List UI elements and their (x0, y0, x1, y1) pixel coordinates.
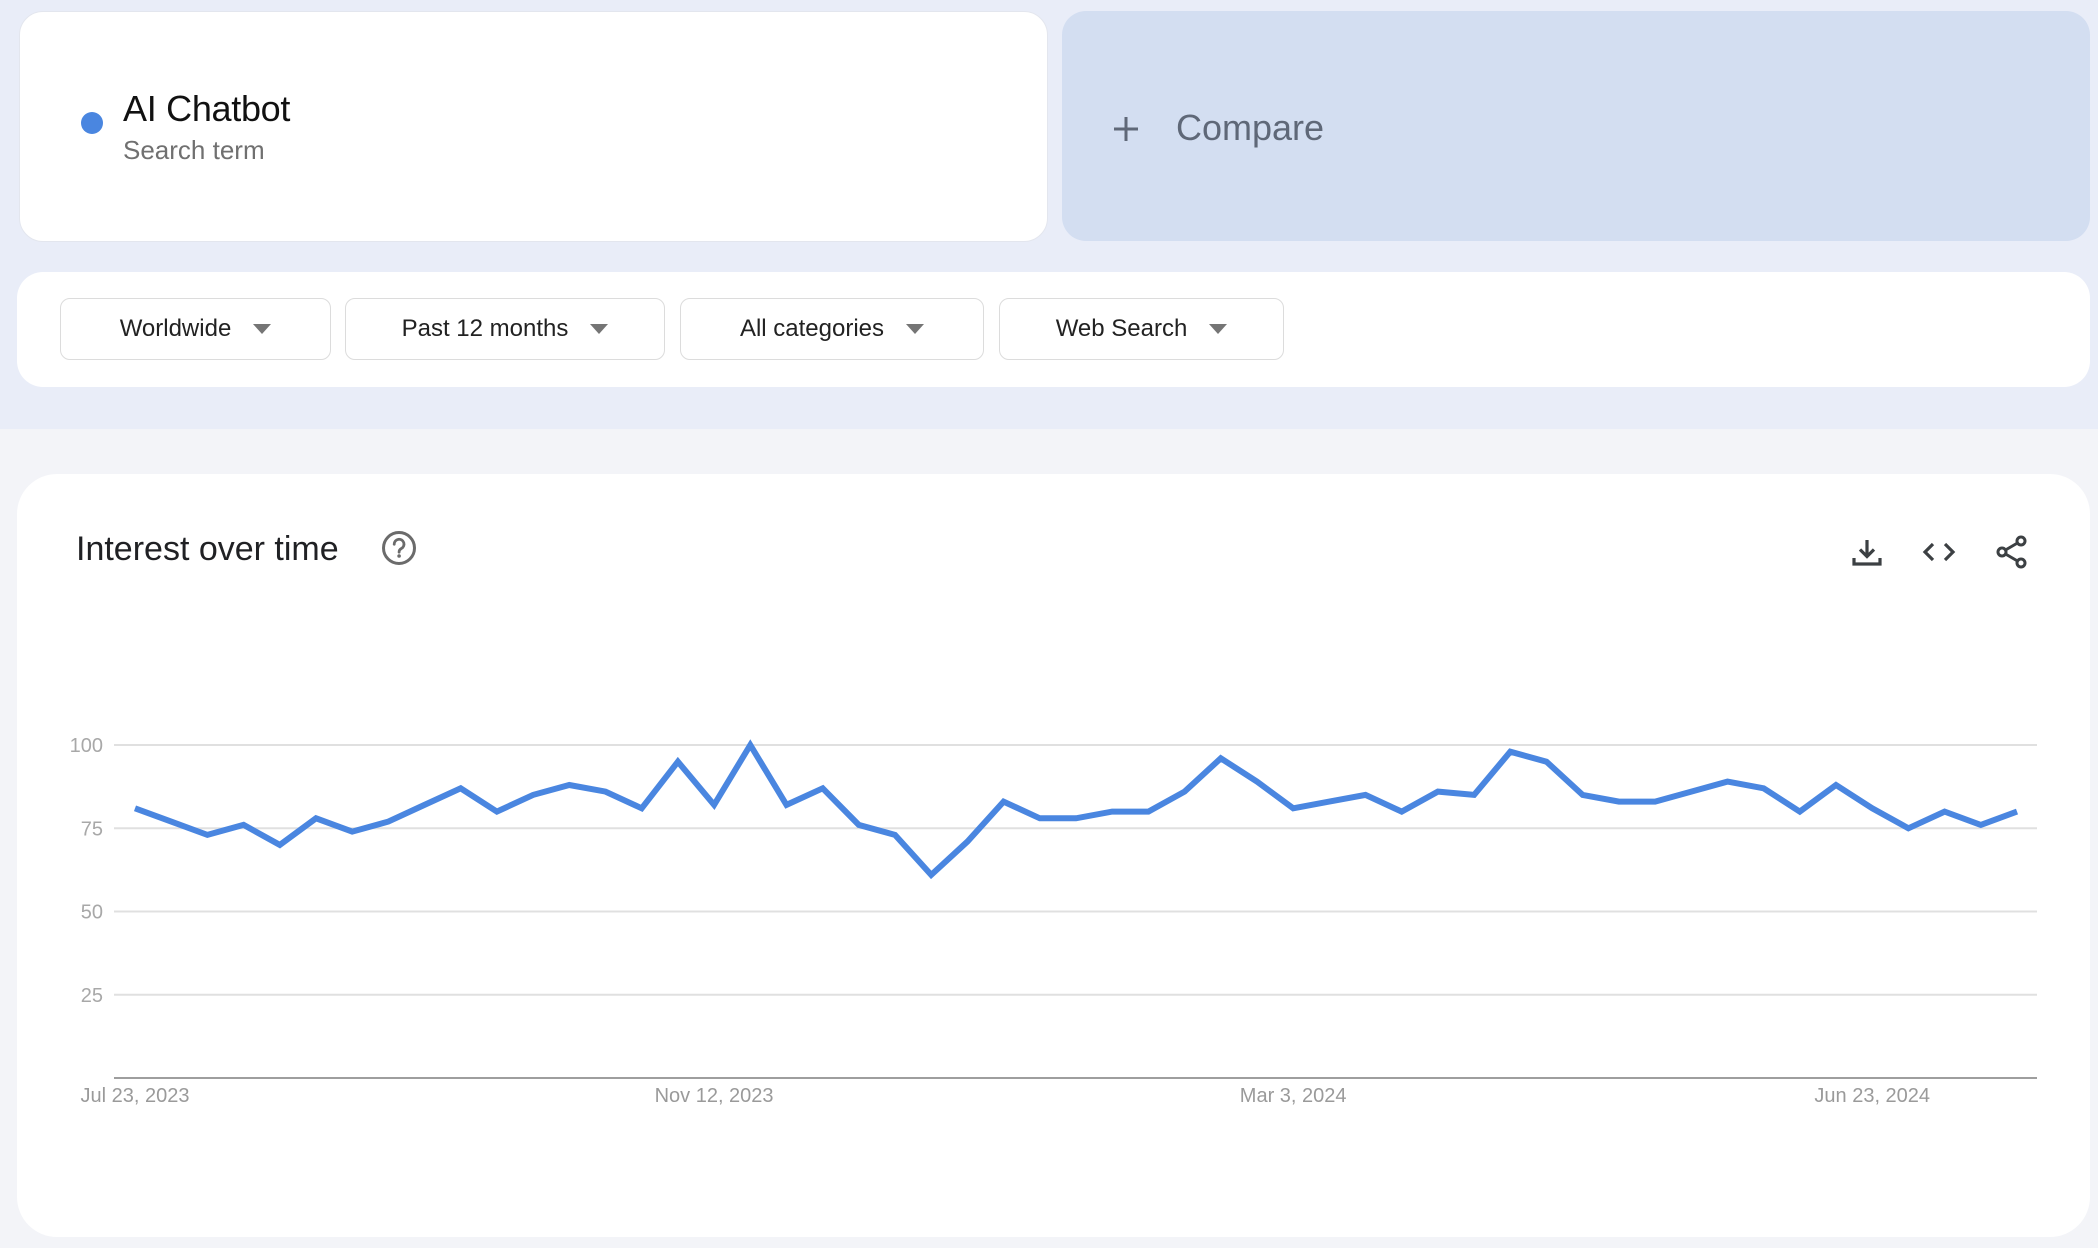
filter-label: All categories (739, 315, 885, 342)
filter-label: Web Search (1055, 315, 1188, 342)
location-filter-dropdown[interactable]: Worldwide (60, 298, 331, 360)
x-tick-label: Mar 3, 2024 (1240, 1085, 1347, 1107)
y-tick-label: 50 (81, 902, 103, 924)
y-tick-label: 100 (70, 735, 103, 757)
caret-down-icon (1209, 324, 1228, 334)
filter-label: Worldwide (119, 315, 232, 342)
compare-button[interactable]: Compare (1062, 11, 2090, 241)
search-term-subtitle: Search term (123, 135, 265, 165)
y-tick-label: 25 (81, 985, 103, 1007)
interest-over-time-card: Interest over time 25 50 75 100 Jul 23, 202… (17, 474, 2090, 1237)
caret-down-icon (906, 324, 925, 334)
series-layer (133, 739, 2019, 880)
series-color-dot (81, 112, 103, 134)
y-axis-labels: 25 50 75 100 (70, 735, 103, 1007)
search-term-card[interactable]: AI Chatbot Search term (19, 11, 1048, 242)
plus-icon (1113, 109, 1139, 149)
search-term-name[interactable]: AI Chatbot (123, 88, 290, 130)
line-chart: 25 50 75 100 Jul 23, 2023 Nov 12, 2023 Mar 3,… (70, 735, 2037, 1107)
filter-label: Past 12 months (401, 315, 569, 342)
time-range-filter-dropdown[interactable]: Past 12 months (345, 298, 665, 360)
search-type-filter-dropdown[interactable]: Web Search (999, 298, 1284, 360)
filter-bar: Worldwide Past 12 months All categories … (17, 272, 2090, 387)
series-line-ai-chatbot (133, 739, 2019, 880)
category-filter-dropdown[interactable]: All categories (680, 298, 984, 360)
x-tick-label: Jun 23, 2024 (1814, 1085, 1930, 1107)
x-tick-label: Nov 12, 2023 (655, 1085, 774, 1107)
x-axis-labels: Jul 23, 2023 Nov 12, 2023 Mar 3, 2024 Jun 2… (81, 1085, 1931, 1107)
compare-label: Compare (1176, 107, 1325, 148)
caret-down-icon (590, 324, 609, 334)
x-tick-label: Jul 23, 2023 (81, 1085, 190, 1107)
caret-down-icon (253, 324, 272, 334)
y-tick-label: 75 (81, 818, 103, 840)
